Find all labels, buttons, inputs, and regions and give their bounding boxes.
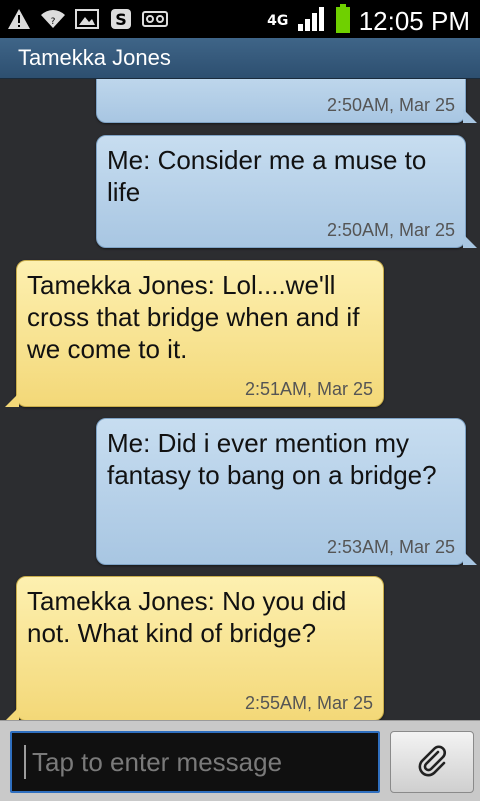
- message-timestamp: 2:53AM, Mar 25: [326, 537, 455, 557]
- message-timestamp: 2:50AM, Mar 25: [326, 95, 455, 115]
- clock: 12:05 PM: [358, 5, 470, 36]
- notification-icons: ? S: [6, 6, 168, 32]
- message-bubble-incoming[interactable]: Tamekka Jones: No you did not. What kind…: [5, 576, 384, 720]
- wifi-icon: ?: [40, 6, 66, 32]
- message-text: Me: Did i ever mention my fantasy to ban…: [107, 428, 437, 490]
- network-type: 4G: [267, 13, 289, 29]
- message-timestamp: 2:50AM, Mar 25: [326, 220, 455, 240]
- signal-icon: [297, 6, 327, 36]
- svg-text:S: S: [115, 10, 127, 29]
- system-status: 4G 12:05 PM: [267, 4, 470, 38]
- gallery-icon: [74, 6, 100, 32]
- battery-icon: [335, 4, 351, 38]
- message-input-placeholder: Tap to enter message: [32, 747, 283, 777]
- message-list[interactable]: 2:50AM, Mar 25 Me: Consider me a muse to…: [0, 79, 480, 720]
- message-bubble-incoming[interactable]: Tamekka Jones: Lol....we'll cross that b…: [5, 260, 384, 407]
- message-text: Tamekka Jones: No you did not. What kind…: [27, 586, 347, 648]
- voicemail-icon: [142, 6, 168, 32]
- paperclip-icon: [415, 743, 449, 781]
- status-bar: ? S 4G 12:05 PM: [0, 0, 480, 38]
- message-bubble-outgoing[interactable]: Me: Consider me a muse to life 2:50AM, M…: [96, 135, 477, 248]
- message-timestamp: 2:51AM, Mar 25: [244, 379, 373, 399]
- conversation-header: Tamekka Jones: [0, 38, 480, 79]
- message-bubble-outgoing[interactable]: Me: Did i ever mention my fantasy to ban…: [96, 418, 477, 565]
- message-text: Tamekka Jones: Lol....we'll cross that b…: [27, 270, 360, 364]
- contact-name: Tamekka Jones: [18, 45, 171, 70]
- attach-button[interactable]: [390, 731, 474, 793]
- warning-icon: [6, 6, 32, 32]
- message-timestamp: 2:55AM, Mar 25: [244, 693, 373, 713]
- text-cursor: [24, 745, 26, 779]
- app-s-icon: S: [108, 6, 134, 32]
- message-input[interactable]: Tap to enter message: [10, 731, 380, 793]
- message-text: Me: Consider me a muse to life: [107, 145, 427, 207]
- composer-bar: Tap to enter message: [0, 720, 480, 801]
- svg-text:?: ?: [51, 17, 56, 27]
- message-bubble-outgoing[interactable]: 2:50AM, Mar 25: [96, 79, 477, 123]
